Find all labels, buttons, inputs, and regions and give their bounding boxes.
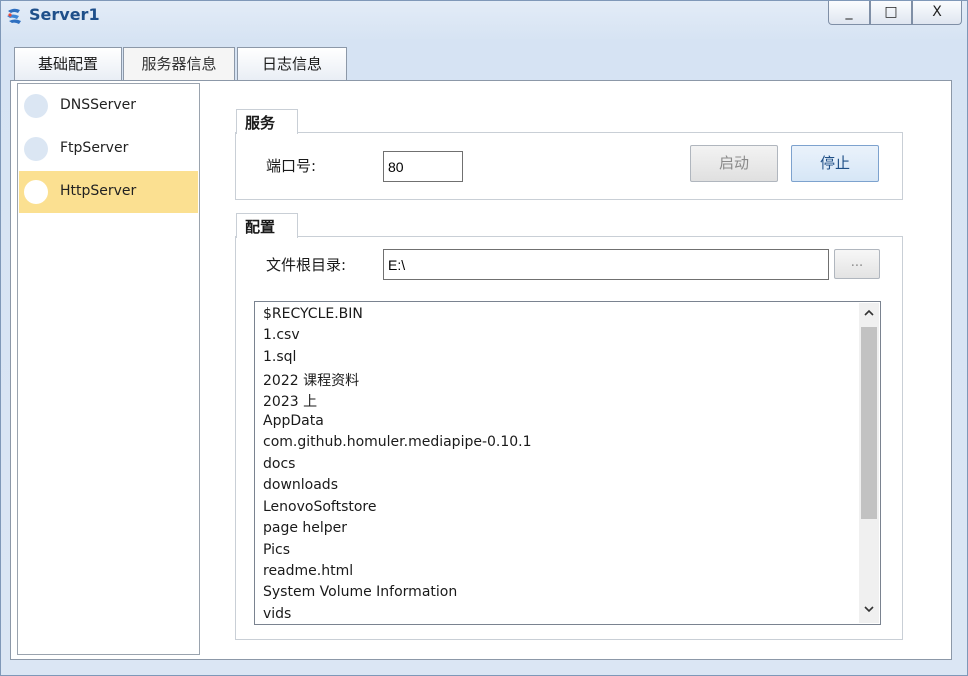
minimize-icon: _ xyxy=(845,4,853,20)
close-icon: X xyxy=(932,4,942,20)
port-input[interactable] xyxy=(383,151,463,182)
server-item-label: FtpServer xyxy=(60,140,129,156)
root-dir-input[interactable] xyxy=(383,249,829,280)
vertical-scrollbar[interactable] xyxy=(859,303,879,623)
port-label: 端口号: xyxy=(266,157,317,175)
list-item[interactable]: vids xyxy=(263,606,291,622)
list-item[interactable]: 2023 上 xyxy=(263,391,317,411)
server-item-label: DNSServer xyxy=(60,97,137,113)
server-item-dns[interactable]: DNSServer xyxy=(19,85,198,127)
list-item[interactable]: LenovoSoftstore xyxy=(263,499,377,515)
browse-button[interactable]: ... xyxy=(834,249,880,279)
stop-button[interactable]: 停止 xyxy=(791,145,879,182)
maximize-icon: □ xyxy=(884,4,898,20)
maximize-button[interactable]: □ xyxy=(870,1,912,25)
status-dot-icon xyxy=(24,180,48,204)
list-item[interactable]: downloads xyxy=(263,477,338,493)
server-list: DNSServer FtpServer HttpServer xyxy=(17,83,200,655)
server-window: Server1 _ □ X 基础配置 服务器信息 日志信息 DNSServer … xyxy=(0,0,968,676)
list-item[interactable]: $RECYCLE.BIN xyxy=(263,306,363,322)
list-item[interactable]: page helper xyxy=(263,520,347,536)
app-logo-icon xyxy=(5,6,25,26)
list-item[interactable]: readme.html xyxy=(263,563,353,579)
server-item-http[interactable]: HttpServer xyxy=(19,171,198,213)
service-group-title: 服务 xyxy=(236,109,298,134)
minimize-button[interactable]: _ xyxy=(828,1,870,25)
list-item[interactable]: docs xyxy=(263,456,295,472)
start-button[interactable]: 启动 xyxy=(690,145,778,182)
file-list[interactable]: $RECYCLE.BIN 1.csv 1.sql 2022 课程资料 2023 … xyxy=(254,301,881,625)
chevron-down-icon[interactable] xyxy=(859,601,879,621)
list-item[interactable]: 1.csv xyxy=(263,327,300,343)
status-dot-icon xyxy=(24,94,48,118)
status-dot-icon xyxy=(24,137,48,161)
config-group-title: 配置 xyxy=(236,213,298,238)
list-item[interactable]: System Volume Information xyxy=(263,584,457,600)
window-title: Server1 xyxy=(29,5,100,24)
list-item[interactable]: com.github.homuler.mediapipe-0.10.1 xyxy=(263,434,532,450)
chevron-up-icon[interactable] xyxy=(859,305,879,325)
list-item[interactable]: Pics xyxy=(263,542,290,558)
list-item[interactable]: 1.sql xyxy=(263,349,296,365)
list-item[interactable]: AppData xyxy=(263,413,324,429)
scroll-thumb[interactable] xyxy=(861,327,877,519)
title-bar[interactable]: Server1 _ □ X xyxy=(1,1,967,31)
tab-log-info[interactable]: 日志信息 xyxy=(237,47,347,80)
tab-server-info[interactable]: 服务器信息 xyxy=(123,47,235,80)
server-item-label: HttpServer xyxy=(60,183,137,199)
close-button[interactable]: X xyxy=(912,1,962,25)
list-item[interactable]: 2022 课程资料 xyxy=(263,370,359,390)
server-item-ftp[interactable]: FtpServer xyxy=(19,128,198,170)
tab-basic-config[interactable]: 基础配置 xyxy=(14,47,122,80)
root-dir-label: 文件根目录: xyxy=(266,256,347,274)
